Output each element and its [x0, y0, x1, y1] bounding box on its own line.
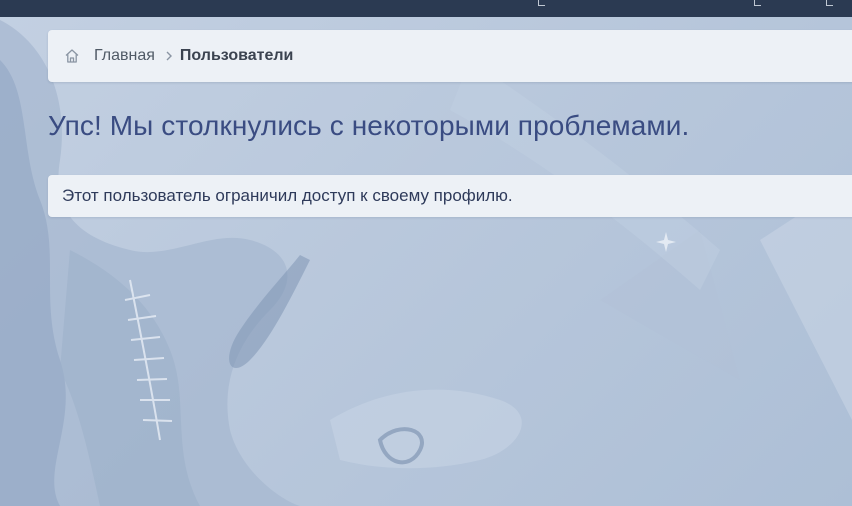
topbar-decoration	[826, 0, 833, 6]
home-icon[interactable]	[64, 48, 80, 64]
error-title: Упс! Мы столкнулись с некоторыми проблем…	[48, 110, 690, 141]
breadcrumb-home-link[interactable]: Главная	[94, 47, 155, 65]
breadcrumb: Главная Пользователи	[48, 30, 852, 82]
error-message: Этот пользователь ограничил доступ к сво…	[62, 186, 513, 205]
error-notice: Этот пользователь ограничил доступ к сво…	[48, 175, 852, 217]
chevron-right-icon	[165, 51, 173, 61]
breadcrumb-users-link[interactable]: Пользователи	[180, 47, 293, 65]
top-navigation-bar	[0, 0, 852, 17]
topbar-decoration	[538, 0, 545, 6]
topbar-decoration	[754, 0, 761, 6]
page: Главная Пользователи Упс! Мы столкнулись…	[0, 0, 852, 506]
